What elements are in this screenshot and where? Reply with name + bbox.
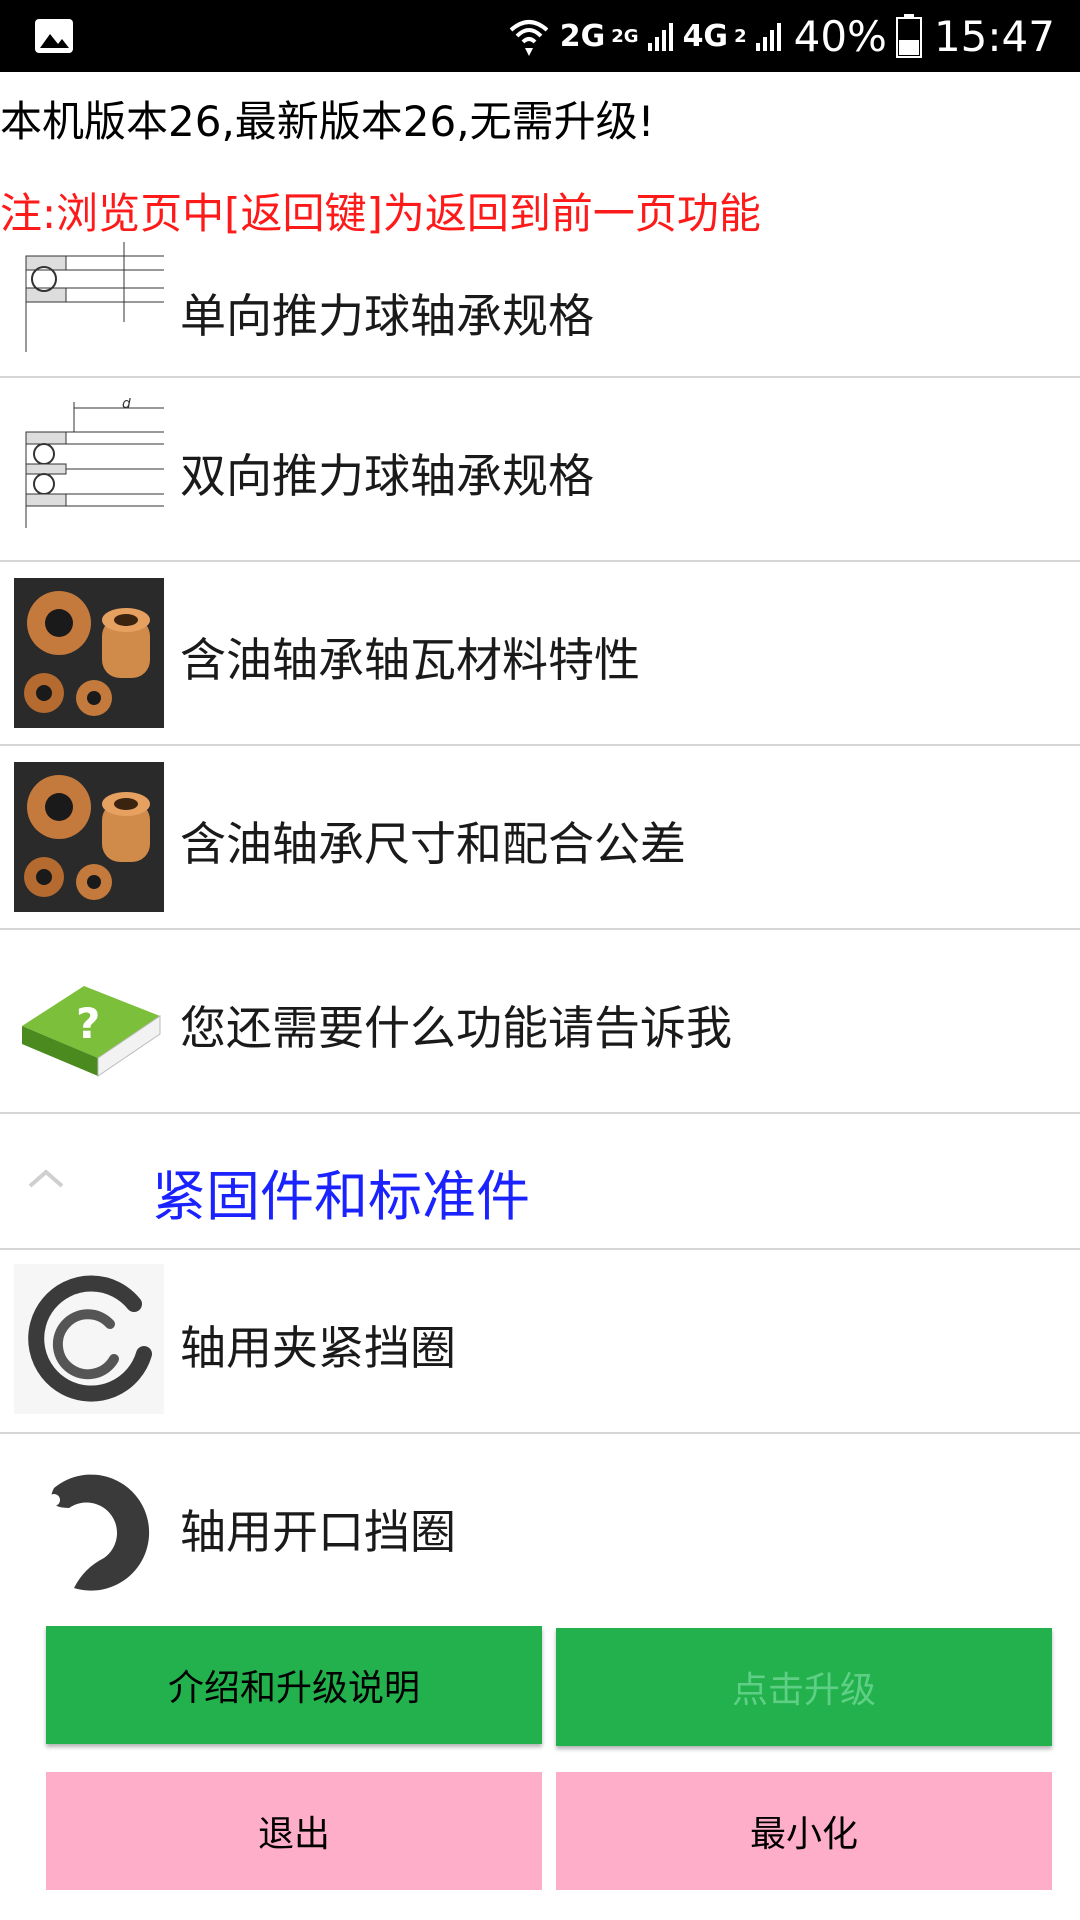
exit-button[interactable]: 退出 bbox=[46, 1772, 542, 1890]
e-clip-icon bbox=[48, 1474, 150, 1591]
status-bar: 2G 2G 4G 2 40% 15:47 bbox=[0, 0, 1080, 72]
list-item[interactable]: ? 您还需要什么功能请告诉我 bbox=[0, 930, 1080, 1114]
upgrade-button[interactable]: 点击升级 bbox=[556, 1628, 1052, 1746]
lte-label: 4G bbox=[682, 18, 729, 54]
back-key-note: 注:浏览页中[返回键]为返回到前一页功能 bbox=[0, 189, 761, 238]
battery-icon bbox=[895, 14, 922, 58]
clamp-ring-icon bbox=[14, 1264, 164, 1414]
gallery-notification-icon bbox=[35, 19, 73, 53]
list-item-label: 您还需要什么功能请告诉我 bbox=[180, 1001, 732, 1055]
signal-icon-2 bbox=[755, 23, 781, 51]
network-2g-small-label: 2G bbox=[611, 25, 639, 47]
intro-button[interactable]: 介绍和升级说明 bbox=[46, 1626, 542, 1744]
signal-icon-1 bbox=[647, 23, 673, 51]
list-item[interactable]: 含油轴承轴瓦材料特性 bbox=[0, 562, 1080, 746]
list-item-label: 含油轴承轴瓦材料特性 bbox=[180, 633, 640, 687]
clock: 15:47 bbox=[933, 11, 1055, 61]
chevron-up-icon bbox=[28, 1169, 64, 1188]
section-title: 紧固件和标准件 bbox=[152, 1165, 530, 1228]
list-item[interactable]: 单向推力球轴承规格 bbox=[0, 242, 1080, 378]
oil-bearing-icon bbox=[14, 762, 164, 912]
network-2g-label: 2G bbox=[559, 18, 606, 54]
list-item-label: 轴用开口挡圈 bbox=[180, 1505, 456, 1559]
oil-bearing-icon bbox=[14, 578, 164, 728]
question-book-icon: ? bbox=[22, 986, 161, 1077]
thrust-bearing-double-icon: d bbox=[25, 398, 164, 528]
list-item-label: 轴用夹紧挡圈 bbox=[180, 1321, 456, 1375]
list-item-label: 双向推力球轴承规格 bbox=[180, 449, 594, 503]
svg-text:d: d bbox=[122, 398, 131, 412]
list-item-label: 单向推力球轴承规格 bbox=[180, 289, 594, 343]
list-item[interactable]: 轴用夹紧挡圈 bbox=[0, 1250, 1080, 1434]
sim2-label: 2 bbox=[734, 25, 747, 47]
list-item[interactable]: 含油轴承尺寸和配合公差 bbox=[0, 746, 1080, 930]
battery-percent: 40% bbox=[793, 11, 887, 61]
section-header-fasteners[interactable]: 紧固件和标准件 bbox=[0, 1114, 1080, 1250]
wifi-icon bbox=[509, 20, 549, 56]
list-item-label: 含油轴承尺寸和配合公差 bbox=[180, 817, 686, 871]
thrust-bearing-single-icon bbox=[25, 242, 164, 352]
version-info: 本机版本26,最新版本26,无需升级! bbox=[0, 97, 655, 146]
svg-text:?: ? bbox=[76, 999, 100, 1048]
list-item[interactable]: d 双向推力球轴承规格 bbox=[0, 378, 1080, 562]
minimize-button[interactable]: 最小化 bbox=[556, 1772, 1052, 1890]
list-item[interactable]: 轴用开口挡圈 bbox=[0, 1434, 1080, 1616]
